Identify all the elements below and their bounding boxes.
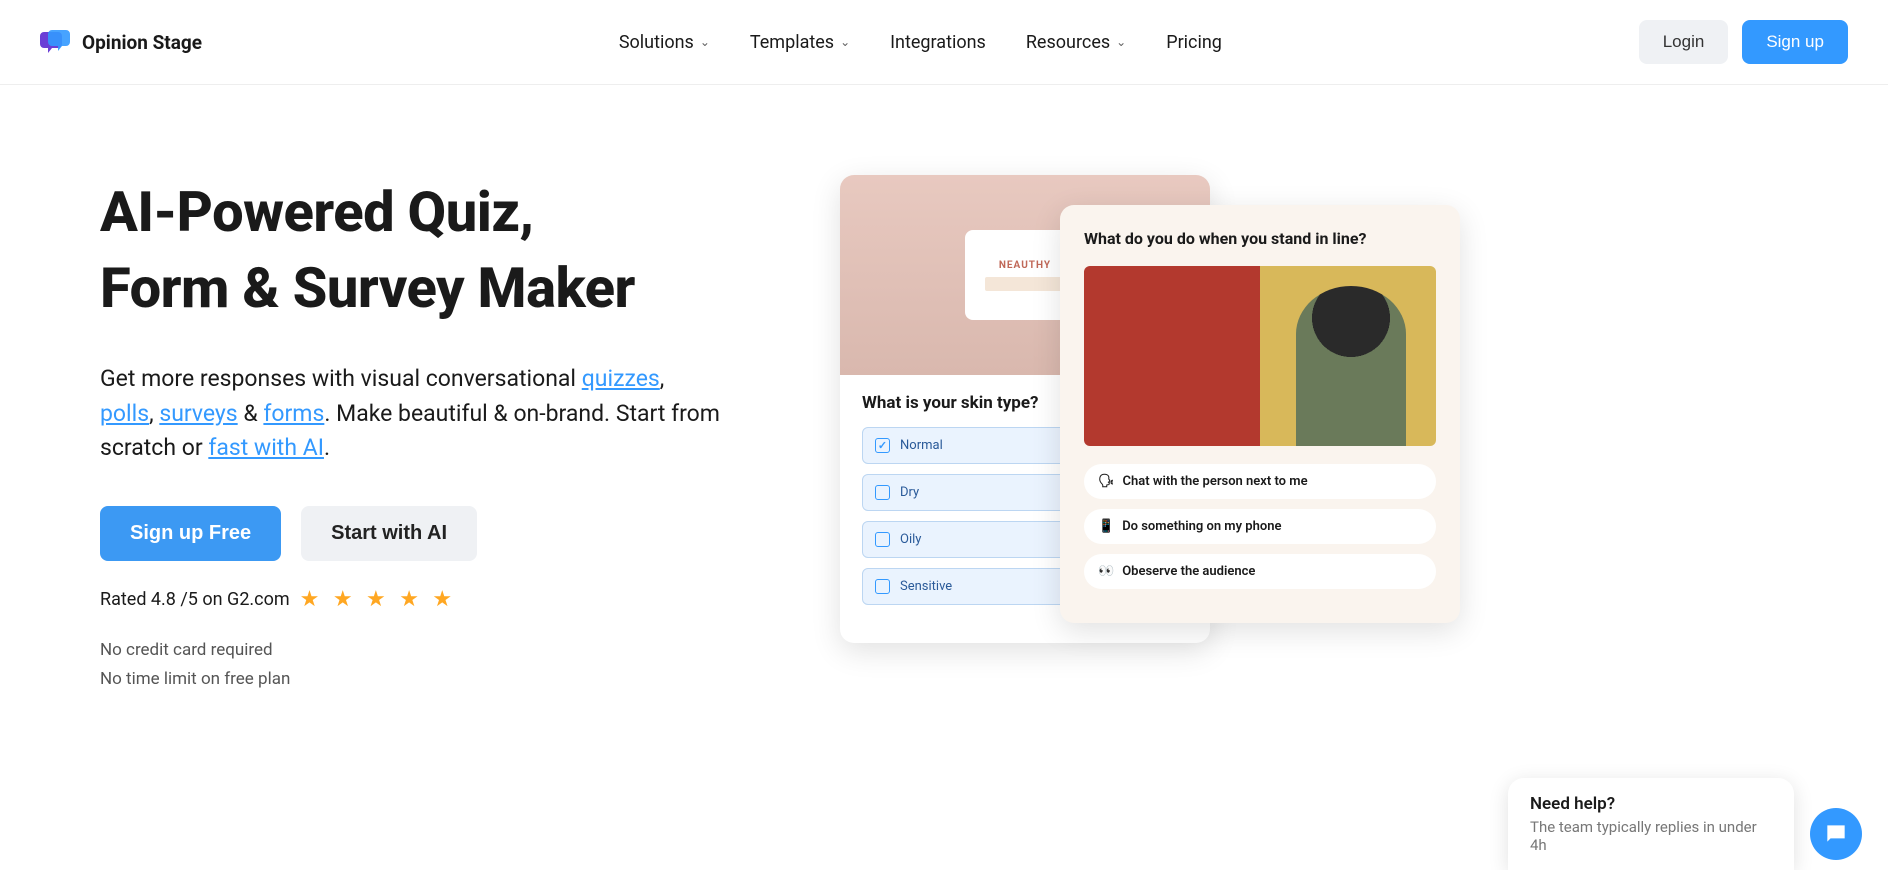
nav-integrations[interactable]: Integrations <box>890 32 986 53</box>
checkbox-icon <box>875 438 890 453</box>
checkbox-icon <box>875 579 890 594</box>
cta-row: Sign up Free Start with AI <box>100 506 800 561</box>
chat-launcher-button[interactable] <box>1810 808 1862 860</box>
chat-widget: Need help? The team typically replies in… <box>1508 778 1862 870</box>
speak-icon: 🗣 <box>1098 474 1115 489</box>
hero-illustration: NEAUTHY What is your skin type? Normal D… <box>840 175 1788 693</box>
rating: Rated 4.8 /5 on G2.com ★ ★ ★ ★ ★ <box>100 587 800 612</box>
logo[interactable]: Opinion Stage <box>40 28 202 56</box>
chat-icon <box>1823 821 1849 847</box>
brand-name: Opinion Stage <box>82 31 202 54</box>
example-card-line: What do you do when you stand in line? 🗣… <box>1060 205 1460 623</box>
link-surveys[interactable]: surveys <box>159 400 237 427</box>
answer-phone[interactable]: 📱Do something on my phone <box>1084 509 1436 544</box>
page-title: AI-Powered Quiz, Form & Survey Maker <box>100 175 800 326</box>
logo-icon <box>40 28 72 56</box>
chat-popup[interactable]: Need help? The team typically replies in… <box>1508 778 1794 870</box>
auth-buttons: Login Sign up <box>1639 20 1848 64</box>
person-image <box>1084 266 1436 446</box>
login-button[interactable]: Login <box>1639 20 1729 64</box>
hero-text: AI-Powered Quiz, Form & Survey Maker Get… <box>100 175 800 693</box>
main-nav: Solutions⌄ Templates⌄ Integrations Resou… <box>619 32 1222 53</box>
nav-resources[interactable]: Resources⌄ <box>1026 32 1126 53</box>
checkbox-icon <box>875 485 890 500</box>
star-icons: ★ ★ ★ ★ ★ <box>300 587 456 612</box>
signup-free-button[interactable]: Sign up Free <box>100 506 281 561</box>
checkbox-icon <box>875 532 890 547</box>
header: Opinion Stage Solutions⌄ Templates⌄ Inte… <box>0 0 1888 85</box>
line-question: What do you do when you stand in line? <box>1084 229 1436 248</box>
chat-subtitle: The team typically replies in under 4h <box>1530 818 1772 854</box>
link-forms[interactable]: forms <box>263 400 324 427</box>
hero: AI-Powered Quiz, Form & Survey Maker Get… <box>0 85 1888 693</box>
answer-observe[interactable]: 👀Obeserve the audience <box>1084 554 1436 589</box>
signup-button[interactable]: Sign up <box>1742 20 1848 64</box>
note-no-card: No credit card required <box>100 636 800 665</box>
link-quizzes[interactable]: quizzes <box>582 365 660 392</box>
answer-chat[interactable]: 🗣Chat with the person next to me <box>1084 464 1436 499</box>
phone-icon: 📱 <box>1098 519 1114 534</box>
nav-pricing[interactable]: Pricing <box>1166 32 1222 53</box>
nav-templates[interactable]: Templates⌄ <box>750 32 850 53</box>
chevron-down-icon: ⌄ <box>1116 35 1126 49</box>
hero-notes: No credit card required No time limit on… <box>100 636 800 694</box>
rating-text: Rated 4.8 /5 on G2.com <box>100 589 290 610</box>
hero-subtitle: Get more responses with visual conversat… <box>100 362 720 466</box>
nav-solutions[interactable]: Solutions⌄ <box>619 32 710 53</box>
chat-title: Need help? <box>1530 794 1772 814</box>
link-fast-ai[interactable]: fast with AI <box>208 434 324 461</box>
link-polls[interactable]: polls <box>100 400 149 427</box>
note-no-limit: No time limit on free plan <box>100 665 800 694</box>
start-with-ai-button[interactable]: Start with AI <box>301 506 477 561</box>
chevron-down-icon: ⌄ <box>700 35 710 49</box>
eyes-icon: 👀 <box>1098 564 1114 579</box>
chevron-down-icon: ⌄ <box>840 35 850 49</box>
